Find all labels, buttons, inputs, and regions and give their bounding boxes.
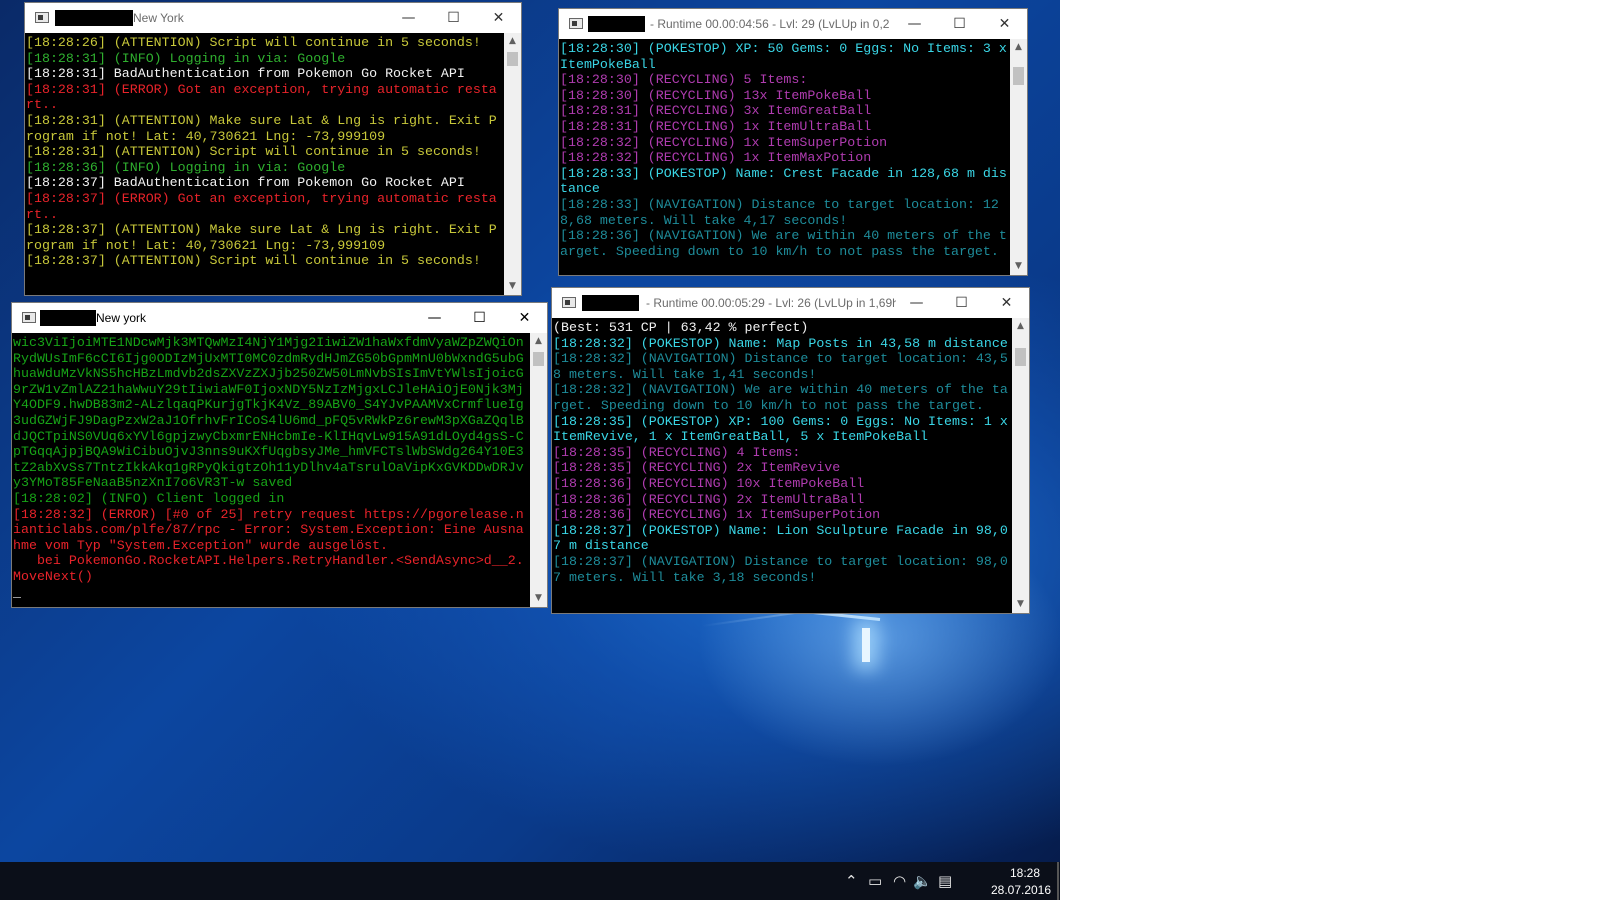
chevron-up-icon[interactable]: ⌃ [845,872,858,890]
console-line: [18:28:33] (NAVIGATION) Distance to targ… [560,196,999,228]
scroll-up-arrow-icon[interactable]: ▲ [1012,318,1029,335]
minimize-button[interactable]: — [894,288,939,318]
window-title: New York [133,11,184,25]
scroll-down-arrow-icon[interactable]: ▼ [1010,258,1027,275]
console-window-runtime-lvl26[interactable]: - Runtime 00.00:05:29 - Lvl: 26 (LvLUp i… [551,287,1030,614]
console-output[interactable]: [18:28:30] (POKESTOP) XP: 50 Gems: 0 Egg… [559,39,1010,275]
console-line: [18:28:31] BadAuthentication from Pokemo… [26,66,465,82]
console-output[interactable]: (Best: 531 CP | 63,42 % perfect) [18:28:3… [552,318,1012,613]
console-app-icon [569,18,583,29]
console-line: [18:28:36] (RECYCLING) 10x ItemPokeBall [553,475,865,491]
maximize-button[interactable]: ☐ [431,3,476,33]
console-line: [18:28:37] (NAVIGATION) Distance to targ… [553,553,1008,585]
console-line: (Best: 531 CP | 63,42 % perfect) [553,320,809,335]
console-app-icon [562,297,576,308]
console-line: bei PokemonGo.RocketAPI.Helpers.RetryHan… [13,553,524,584]
close-button[interactable]: ✕ [476,3,521,33]
console-line: [18:28:37] (POKESTOP) Name: Lion Sculptu… [553,522,1008,554]
console-line: [18:28:02] (INFO) Client logged in [13,490,285,506]
title-bar[interactable]: - Runtime 00.00:04:56 - Lvl: 29 (LvLUp i… [559,9,1027,39]
scroll-thumb[interactable] [1015,348,1026,366]
title-bar[interactable]: - Runtime 00.00:05:29 - Lvl: 26 (LvLUp i… [552,288,1029,318]
redacted-username [582,295,639,311]
close-button[interactable]: ✕ [982,9,1027,39]
console-line: [18:28:35] (RECYCLING) 2x ItemRevive [553,460,841,476]
console-line: [18:28:36] (NAVIGATION) We are within 40… [560,228,1007,259]
clock-date[interactable]: 28.07.2016 [986,883,1056,897]
close-button[interactable]: ✕ [502,303,547,333]
console-line: [18:28:37] (ATTENTION) Make sure Lat & L… [26,222,497,253]
minimize-button[interactable]: — [412,303,457,333]
console-line: [18:28:35] (POKESTOP) XP: 100 Gems: 0 Eg… [553,413,1008,445]
console-output[interactable]: wic3ViIjoiMTE1NDcwMjk3MTQwMzI4NjY1Mjg2Ii… [12,333,530,607]
console-window-runtime-lvl29[interactable]: - Runtime 00.00:04:56 - Lvl: 29 (LvLUp i… [558,8,1028,276]
console-line: [18:28:37] (ATTENTION) Script will conti… [26,253,481,269]
scroll-down-arrow-icon[interactable]: ▼ [504,278,521,295]
maximize-button[interactable]: ☐ [457,303,502,333]
console-line: [18:28:30] (RECYCLING) 13x ItemPokeBall [560,87,872,103]
console-line: [18:28:31] (INFO) Logging in via: Google [26,50,346,66]
maximize-button[interactable]: ☐ [939,288,984,318]
console-window-new-york-active[interactable]: New york — ☐ ✕ wic3ViIjoiMTE1NDcwMjk3MTQ… [11,302,548,608]
show-desktop-divider[interactable] [1057,862,1059,900]
minimize-button[interactable]: — [386,3,431,33]
scroll-down-arrow-icon[interactable]: ▼ [530,590,547,607]
console-line: [18:28:30] (POKESTOP) XP: 50 Gems: 0 Egg… [560,41,1007,72]
console-output[interactable]: [18:28:26] (ATTENTION) Script will conti… [25,33,504,295]
console-line: [18:28:33] (POKESTOP) Name: Crest Facade… [560,165,1007,197]
console-line: [18:28:36] (INFO) Logging in via: Google [26,159,346,175]
console-line: [18:28:30] (RECYCLING) 5 Items: [560,72,808,88]
console-line: [18:28:35] (RECYCLING) 4 Items: [553,444,801,460]
console-line: [18:28:32] (RECYCLING) 1x ItemSuperPotio… [560,134,888,150]
scroll-down-arrow-icon[interactable]: ▼ [1012,596,1029,613]
vertical-scrollbar[interactable]: ▲ ▼ [530,333,547,607]
vertical-scrollbar[interactable]: ▲ ▼ [1010,39,1027,275]
wifi-icon[interactable]: ◠ [893,872,906,890]
clock-time[interactable]: 18:28 [1000,866,1050,880]
console-line: wic3ViIjoiMTE1NDcwMjk3MTQwMzI4NjY1Mjg2Ii… [13,335,524,491]
console-line: [18:28:32] (POKESTOP) Name: Map Posts in… [553,335,1008,351]
scroll-thumb[interactable] [507,52,518,66]
title-bar[interactable]: New york — ☐ ✕ [12,303,547,333]
console-line: [18:28:36] (RECYCLING) 2x ItemUltraBall [553,491,865,507]
window-title: New york [96,311,147,325]
redacted-username [588,16,645,32]
console-line: [18:28:36] (RECYCLING) 1x ItemSuperPotio… [553,507,881,523]
console-window-new-york[interactable]: New York — ☐ ✕ [18:28:26] (ATTENTION) Sc… [24,2,522,296]
maximize-button[interactable]: ☐ [937,9,982,39]
minimize-button[interactable]: — [892,9,937,39]
scroll-thumb[interactable] [533,352,544,366]
scroll-up-arrow-icon[interactable]: ▲ [1010,39,1027,56]
console-line: [18:28:31] (RECYCLING) 1x ItemUltraBall [560,118,872,134]
vertical-scrollbar[interactable]: ▲ ▼ [1012,318,1029,613]
console-line: [18:28:26] (ATTENTION) Script will conti… [26,35,481,50]
console-line: [18:28:31] (ATTENTION) Make sure Lat & L… [26,112,497,144]
scroll-up-arrow-icon[interactable]: ▲ [504,33,521,50]
console-line: [18:28:37] BadAuthentication from Pokemo… [26,175,465,191]
console-line: [18:28:32] (ERROR) [#0 of 25] retry requ… [13,506,524,553]
scroll-thumb[interactable] [1013,67,1024,85]
battery-icon[interactable]: ▭ [868,872,882,890]
title-bar[interactable]: New York — ☐ ✕ [25,3,521,33]
console-line: [18:28:32] (RECYCLING) 1x ItemMaxPotion [560,150,872,166]
console-line: [18:28:31] (ATTENTION) Script will conti… [26,144,481,160]
console-app-icon [22,312,36,323]
scroll-up-arrow-icon[interactable]: ▲ [530,333,547,350]
close-button[interactable]: ✕ [984,288,1029,318]
window-title: - Runtime 00.00:04:56 - Lvl: 29 (LvLUp i… [650,17,890,31]
console-line: [18:28:31] (ERROR) Got an exception, try… [26,81,497,113]
console-line: [18:28:37] (ERROR) Got an exception, try… [26,190,497,222]
console-line: [18:28:31] (RECYCLING) 3x ItemGreatBall [560,103,872,119]
notification-icon[interactable]: ▤ [938,872,952,890]
vertical-scrollbar[interactable]: ▲ ▼ [504,33,521,295]
wallpaper-window-glow [862,628,870,662]
console-line: [18:28:32] (NAVIGATION) We are within 40… [553,382,1008,413]
window-title: - Runtime 00.00:05:29 - Lvl: 26 (LvLUp i… [646,296,896,310]
console-line: _ [13,584,21,600]
volume-icon[interactable]: 🔈 [913,872,932,890]
console-line: [18:28:32] (NAVIGATION) Distance to targ… [553,351,1008,382]
console-app-icon [35,12,49,23]
redacted-username [40,310,96,326]
redacted-username [55,10,133,26]
